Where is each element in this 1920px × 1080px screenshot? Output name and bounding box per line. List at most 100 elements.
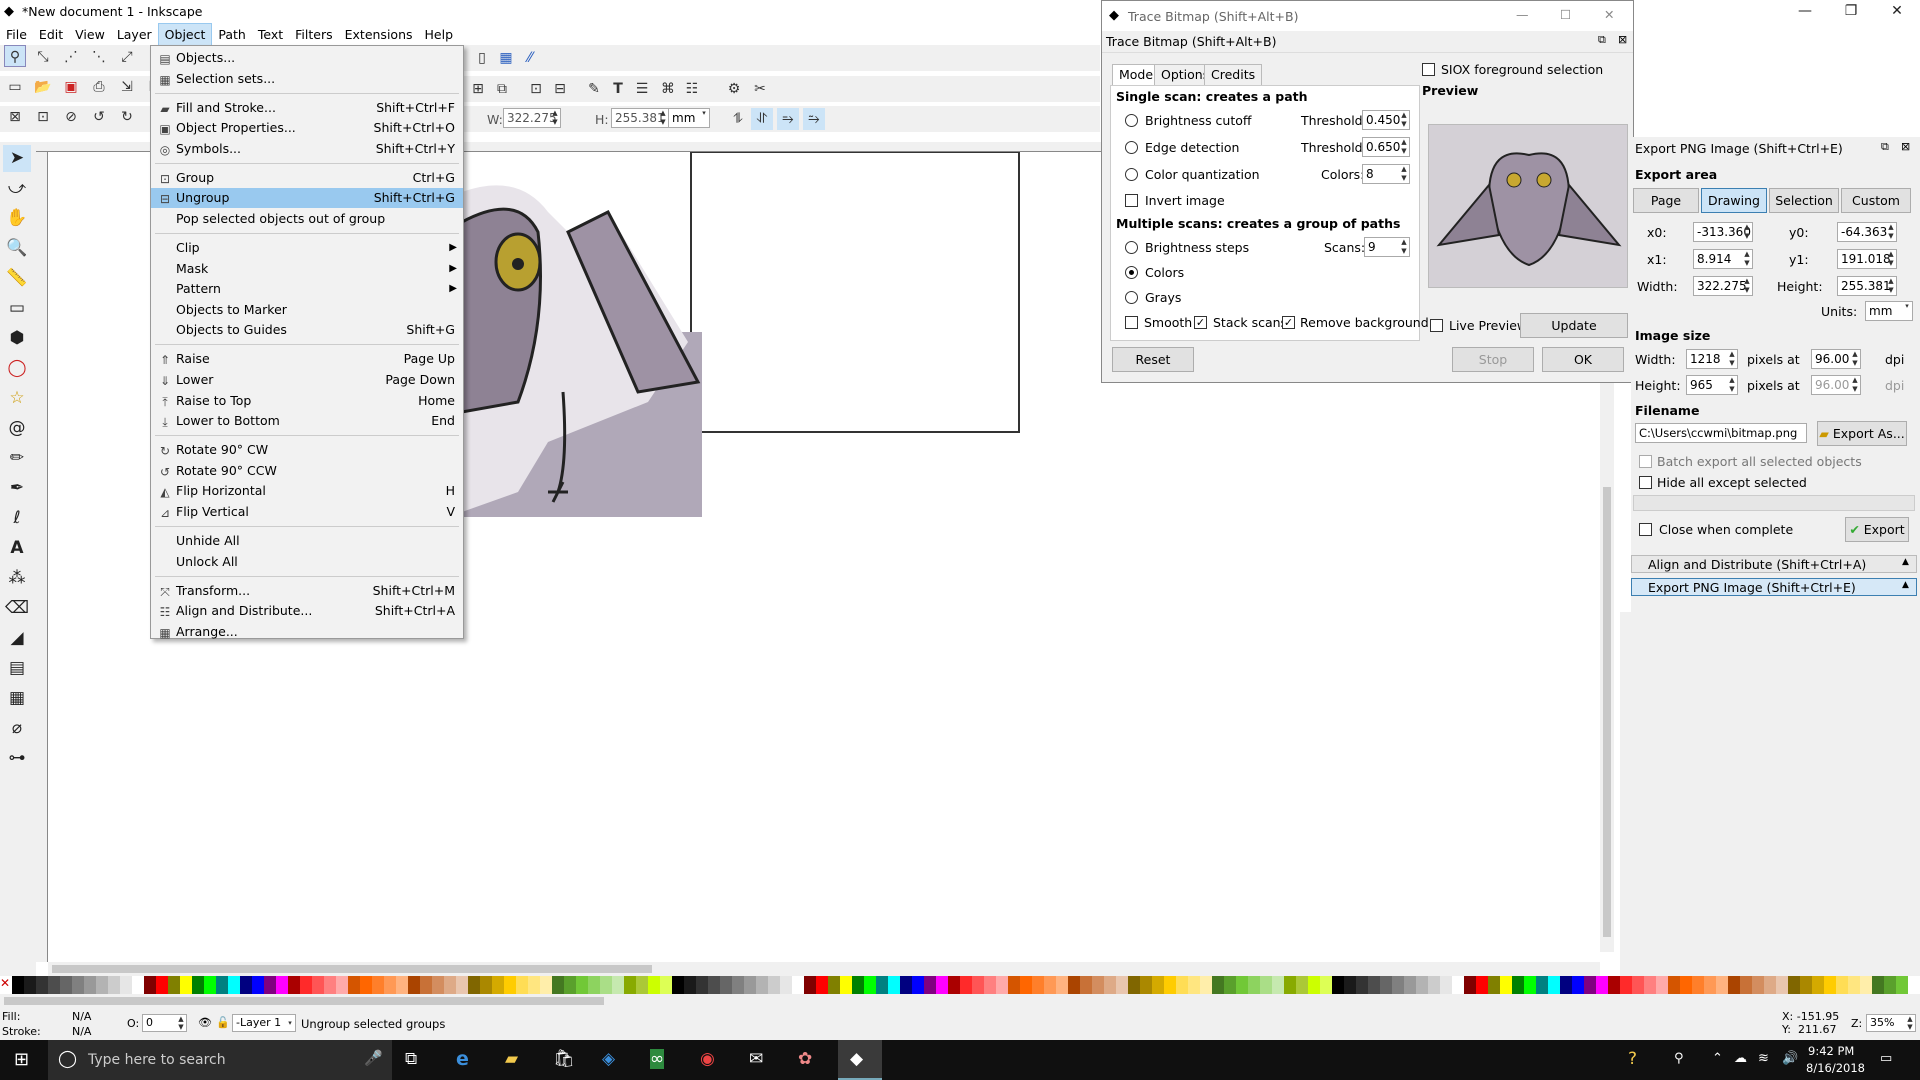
layer-select[interactable]: -Layer 1 ▾ [232, 1014, 296, 1032]
export-as-button[interactable]: ▰ Export As... [1817, 421, 1907, 446]
color-swatch[interactable] [696, 976, 708, 994]
pen-tool-icon[interactable]: ✒ [3, 475, 31, 502]
menu-item-unlock-all[interactable]: Unlock All [151, 552, 463, 572]
menu-item-selection-sets[interactable]: ▦ Selection sets... [151, 69, 463, 89]
bc-threshold-input[interactable]: 0.450 ▲ ▼ [1362, 110, 1410, 130]
color-swatch[interactable] [1620, 976, 1632, 994]
color-swatch[interactable] [144, 976, 156, 994]
menu-item-objects-to-guides[interactable]: Objects to Guides Shift+G [151, 320, 463, 340]
menu-item-pop-selected-objects-out-of-group[interactable]: Pop selected objects out of group [151, 209, 463, 229]
trace-close-icon[interactable]: ✕ [1604, 7, 1614, 22]
tweak-tool-icon[interactable]: ✋ [3, 205, 31, 232]
snap-toggle-icon[interactable]: ⚲ [4, 45, 26, 67]
opacity-input[interactable]: 0 ▲ ▼ [142, 1014, 187, 1032]
trace-minimize-icon[interactable]: — [1516, 7, 1529, 22]
color-swatch[interactable] [1692, 976, 1704, 994]
color-swatch[interactable] [1452, 976, 1464, 994]
clock-date[interactable]: 8/16/2018 [1806, 1061, 1865, 1075]
color-swatch[interactable] [1500, 976, 1512, 994]
color-swatch[interactable] [612, 976, 624, 994]
calligraphy-tool-icon[interactable]: ℓ [3, 505, 31, 532]
color-swatch[interactable] [1656, 976, 1668, 994]
menu-text[interactable]: Text [252, 24, 289, 45]
color-swatch[interactable] [1320, 976, 1332, 994]
page-icon[interactable]: ▯ [471, 47, 493, 69]
color-swatch[interactable] [720, 976, 732, 994]
ungroup-tb-icon[interactable]: ⊟ [549, 78, 571, 100]
color-swatch[interactable] [1356, 976, 1368, 994]
color-swatch[interactable] [708, 976, 720, 994]
bucket-tool-icon[interactable]: ◢ [3, 625, 31, 652]
snap-path-icon[interactable]: ⋱ [88, 46, 110, 68]
invert-image-checkbox[interactable] [1125, 194, 1138, 207]
color-swatch[interactable] [240, 976, 252, 994]
color-swatch[interactable] [636, 976, 648, 994]
color-swatch[interactable] [120, 976, 132, 994]
y0-input[interactable]: -64.363 ▲ ▼ [1837, 222, 1897, 242]
tripadvisor-icon[interactable]: ∞ [650, 1049, 665, 1069]
color-swatch[interactable] [444, 976, 456, 994]
no-paint-swatch[interactable]: ✕ [0, 976, 12, 994]
color-swatch[interactable] [912, 976, 924, 994]
people-icon[interactable]: ⚲ [1674, 1051, 1684, 1066]
color-swatch[interactable] [1152, 976, 1164, 994]
dropper-tool-icon[interactable]: ⌀ [3, 715, 31, 742]
color-swatch[interactable] [1032, 976, 1044, 994]
color-swatch[interactable] [348, 976, 360, 994]
color-swatch[interactable] [876, 976, 888, 994]
area-page-button[interactable]: Page [1633, 188, 1699, 213]
color-swatch[interactable] [624, 976, 636, 994]
color-swatch[interactable] [504, 976, 516, 994]
units-select[interactable]: mm ▾ [1865, 301, 1913, 321]
color-swatch[interactable] [1092, 976, 1104, 994]
text-tb-icon[interactable]: T [607, 78, 629, 100]
measure-tool-icon[interactable]: 📏 [3, 265, 31, 292]
brightness-steps-radio[interactable] [1125, 241, 1138, 254]
color-swatch[interactable] [1332, 976, 1344, 994]
color-swatch[interactable] [1284, 976, 1296, 994]
menu-extensions[interactable]: Extensions [339, 24, 419, 45]
color-swatch[interactable] [924, 976, 936, 994]
connector-tool-icon[interactable]: ⊶ [3, 745, 31, 772]
remove-bg-checkbox[interactable]: ✓ [1282, 316, 1295, 329]
brightness-cutoff-radio[interactable] [1125, 114, 1138, 127]
color-swatch[interactable] [1512, 976, 1524, 994]
menu-item-transform[interactable]: ⤧ Transform... Shift+Ctrl+M [151, 581, 463, 601]
microphone-icon[interactable]: 🎤 [364, 1049, 383, 1067]
new-doc-icon[interactable]: ▭ [4, 76, 26, 98]
color-swatch[interactable] [1488, 976, 1500, 994]
color-swatch[interactable] [132, 976, 144, 994]
area-custom-button[interactable]: Custom [1841, 188, 1911, 213]
color-swatch[interactable] [360, 976, 372, 994]
palette-scrollbar[interactable] [0, 994, 1920, 1008]
layers-tb-icon[interactable]: ☰ [631, 78, 653, 100]
color-swatch[interactable] [804, 976, 816, 994]
paint-icon[interactable]: ✿ [798, 1049, 812, 1069]
export-dock-icon[interactable]: ⧉ [1881, 140, 1889, 154]
dpi-w-input[interactable]: 96.00 ▲ ▼ [1811, 349, 1861, 369]
edge-detection-radio[interactable] [1125, 141, 1138, 154]
color-swatch[interactable] [1200, 976, 1212, 994]
color-swatch[interactable] [1056, 976, 1068, 994]
restore-icon[interactable]: ❐ [1828, 0, 1874, 23]
color-swatch[interactable] [1764, 976, 1776, 994]
color-swatch[interactable] [1608, 976, 1620, 994]
trace-dock-icon[interactable]: ⧉ [1598, 33, 1606, 47]
color-swatch[interactable] [1896, 976, 1908, 994]
menu-path[interactable]: Path [212, 24, 251, 45]
import-icon[interactable]: ⇲ [116, 76, 138, 98]
color-swatch[interactable] [1752, 976, 1764, 994]
export-png-panel-header[interactable]: Export PNG Image (Shift+Ctrl+E) ▲ [1631, 578, 1917, 596]
xml-tb-icon[interactable]: ⌘ [657, 78, 679, 100]
menu-item-flip-vertical[interactable]: ⊿ Flip Vertical V [151, 502, 463, 522]
taskbar-search-box[interactable]: ◯ Type here to search 🎤 [48, 1040, 392, 1080]
color-swatch[interactable] [1140, 976, 1152, 994]
color-swatch[interactable] [564, 976, 576, 994]
color-swatch[interactable] [900, 976, 912, 994]
color-swatch[interactable] [540, 976, 552, 994]
color-swatch[interactable] [228, 976, 240, 994]
color-swatch[interactable] [1392, 976, 1404, 994]
select-all-layers-icon[interactable]: ⊡ [32, 106, 54, 128]
color-swatch[interactable] [12, 976, 24, 994]
color-swatch[interactable] [1560, 976, 1572, 994]
